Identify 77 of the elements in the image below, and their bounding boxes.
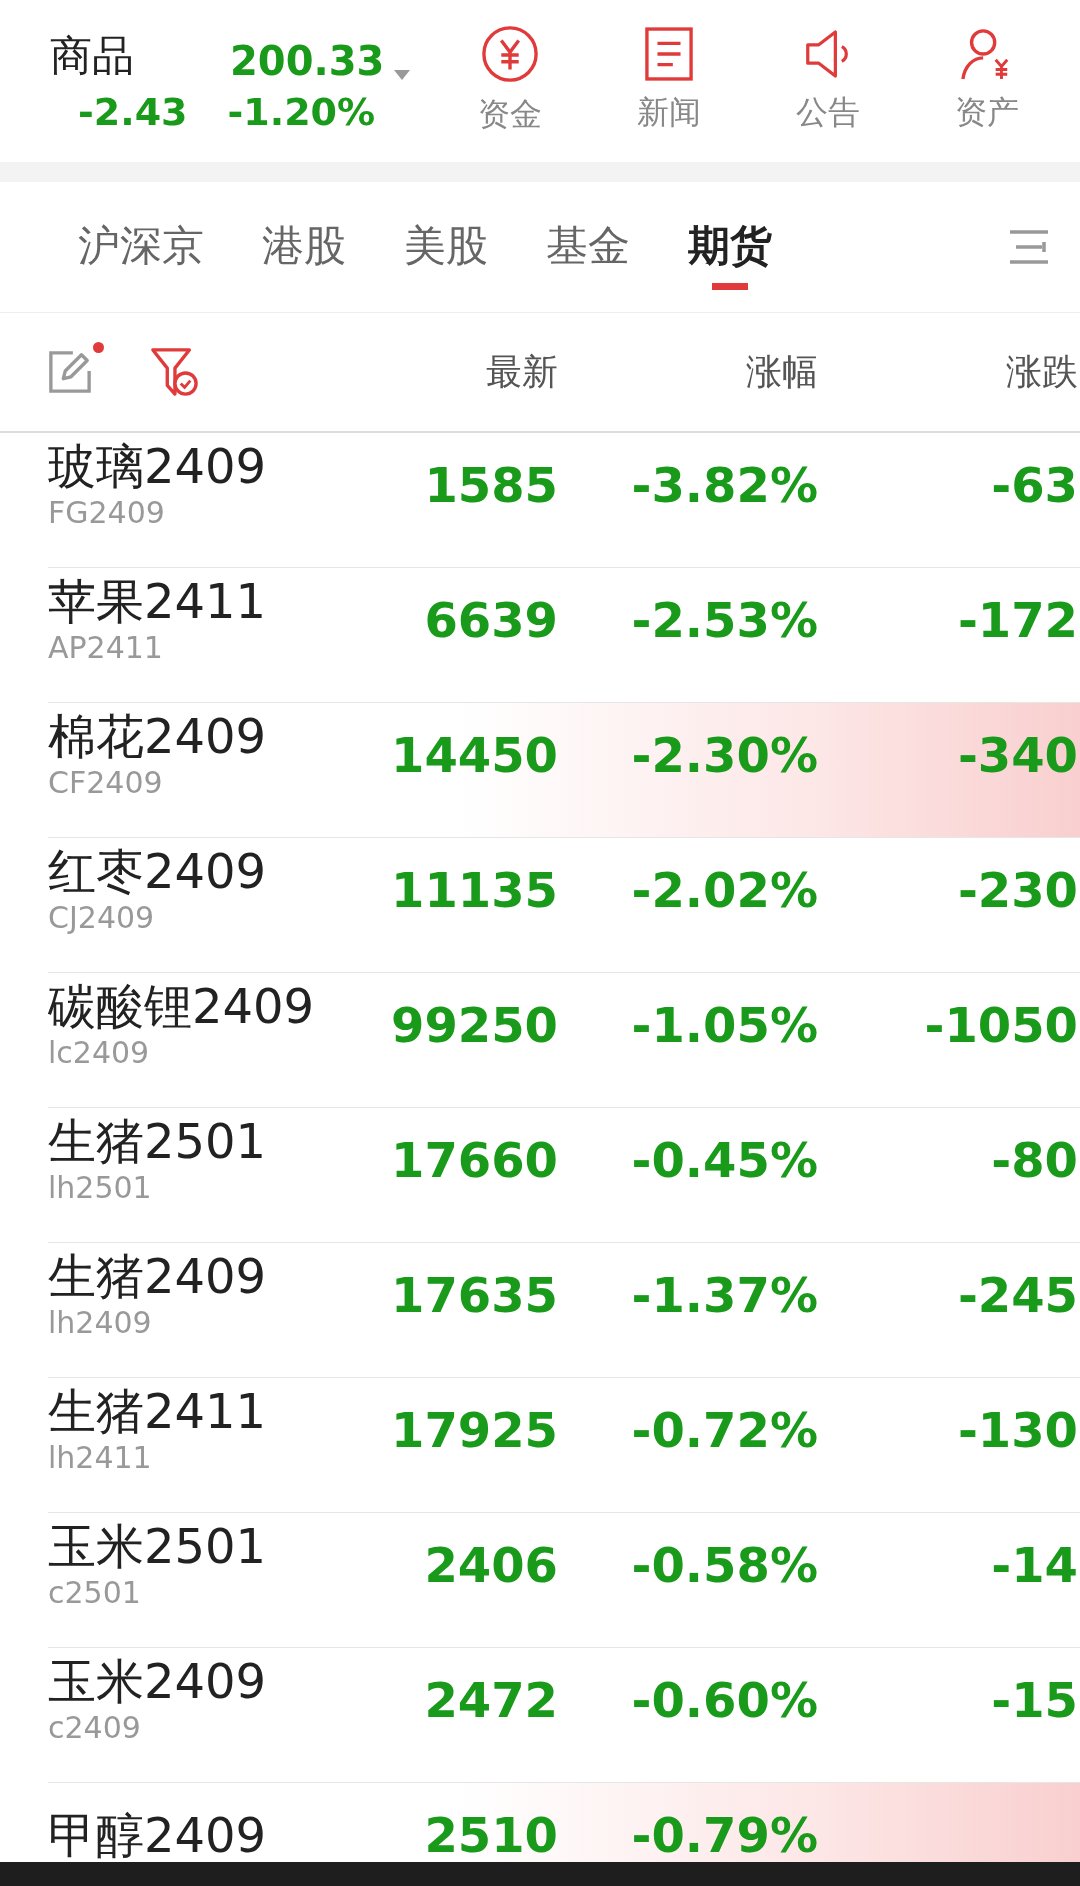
latest-price: 17660 <box>390 1136 558 1184</box>
latest-price: 2510 <box>423 1811 558 1859</box>
latest-price: 17925 <box>390 1406 558 1454</box>
latest-price: 99250 <box>390 1001 558 1049</box>
change-amount: -172 <box>956 596 1078 644</box>
change-amount: -14 <box>990 1541 1078 1589</box>
market-tab[interactable]: 美股 <box>404 204 488 290</box>
contract-code: lh2411 <box>48 1439 153 1475</box>
yen-coin-icon[interactable] <box>480 25 539 83</box>
change-percent: -0.58% <box>630 1541 818 1589</box>
filter-check-icon[interactable] <box>150 347 198 397</box>
change-percent: -0.60% <box>630 1676 818 1724</box>
change-amount: -130 <box>956 1406 1078 1454</box>
change-percent: -2.02% <box>630 866 818 914</box>
change-amount: -245 <box>956 1271 1078 1319</box>
contract-name: 生猪2409 <box>48 1250 268 1303</box>
row-highlight[interactable]: 棉花2409 CF2409 14450 -2.30% -340 <box>48 703 1080 838</box>
market-tab[interactable]: 沪深京 <box>78 204 204 290</box>
market-tab[interactable]: 港股 <box>262 204 346 290</box>
index-value: 200.33 <box>230 38 385 84</box>
contract-name: 棉花2409 <box>48 710 268 763</box>
contract-name: 甲醇2409 <box>48 1808 268 1862</box>
contract-code: lc2409 <box>48 1034 151 1070</box>
contract-name: 玻璃2409 <box>48 440 268 493</box>
change-amount: -80 <box>990 1136 1078 1184</box>
contract-name: 红枣2409 <box>48 845 268 898</box>
shortcut-label[interactable]: 新闻 <box>636 91 701 135</box>
column-header[interactable]: 涨跌 <box>818 347 1078 397</box>
market-tab[interactable]: 基金 <box>546 204 630 290</box>
index-name: 商品 <box>50 30 135 82</box>
change-amount: -15 <box>990 1676 1078 1724</box>
row-highlight[interactable]: 甲醇2409 2510 -0.79% <box>48 1783 1080 1862</box>
contract-name: 苹果2411 <box>48 575 268 628</box>
contract-code: lh2409 <box>48 1304 153 1340</box>
shortcut-label[interactable]: 资金 <box>477 93 542 137</box>
contract-code: lh2501 <box>48 1169 153 1205</box>
latest-price: 14450 <box>390 731 558 779</box>
edit-icon[interactable] <box>48 350 92 394</box>
contract-name: 生猪2501 <box>48 1115 268 1168</box>
contract-code: CJ2409 <box>48 899 156 935</box>
change-amount: -63 <box>990 461 1078 509</box>
shortcut-label[interactable]: 资产 <box>954 91 1019 135</box>
index-percent: -1.20% <box>227 90 376 134</box>
change-percent: -0.72% <box>630 1406 818 1454</box>
contract-code: FG2409 <box>48 494 166 530</box>
index-change: -2.43 <box>78 90 188 134</box>
change-amount: -340 <box>956 731 1078 779</box>
change-percent: -1.05% <box>630 1001 818 1049</box>
menu-icon[interactable] <box>1008 229 1050 265</box>
change-percent: -0.45% <box>630 1136 818 1184</box>
contract-code: AP2411 <box>48 629 164 665</box>
change-percent: -2.53% <box>630 596 818 644</box>
column-header[interactable]: 最新 <box>348 347 558 397</box>
change-percent: -1.37% <box>630 1271 818 1319</box>
contract-name: 生猪2411 <box>48 1385 268 1438</box>
latest-price: 11135 <box>390 866 558 914</box>
latest-price: 6639 <box>423 596 558 644</box>
contract-code: CF2409 <box>48 764 164 800</box>
latest-price: 1585 <box>423 461 558 509</box>
latest-price: 2472 <box>423 1676 558 1724</box>
shortcut-label[interactable]: 公告 <box>795 91 860 135</box>
caret-icon[interactable] <box>394 70 411 80</box>
contract-name: 碳酸锂2409 <box>48 980 316 1033</box>
change-percent: -0.79% <box>630 1811 818 1859</box>
latest-price: 2406 <box>423 1541 558 1589</box>
change-percent: -3.82% <box>630 461 818 509</box>
speaker-icon[interactable] <box>804 27 851 81</box>
change-amount: -1050 <box>923 1001 1078 1049</box>
column-header[interactable]: 涨幅 <box>558 347 818 397</box>
change-amount: -230 <box>956 866 1078 914</box>
document-icon[interactable] <box>644 27 693 81</box>
contract-code: c2409 <box>48 1709 142 1745</box>
contract-name: 玉米2409 <box>48 1655 268 1708</box>
latest-price: 17635 <box>390 1271 558 1319</box>
change-percent: -2.30% <box>630 731 818 779</box>
contract-name: 玉米2501 <box>48 1520 268 1573</box>
contract-code: c2501 <box>48 1574 142 1610</box>
